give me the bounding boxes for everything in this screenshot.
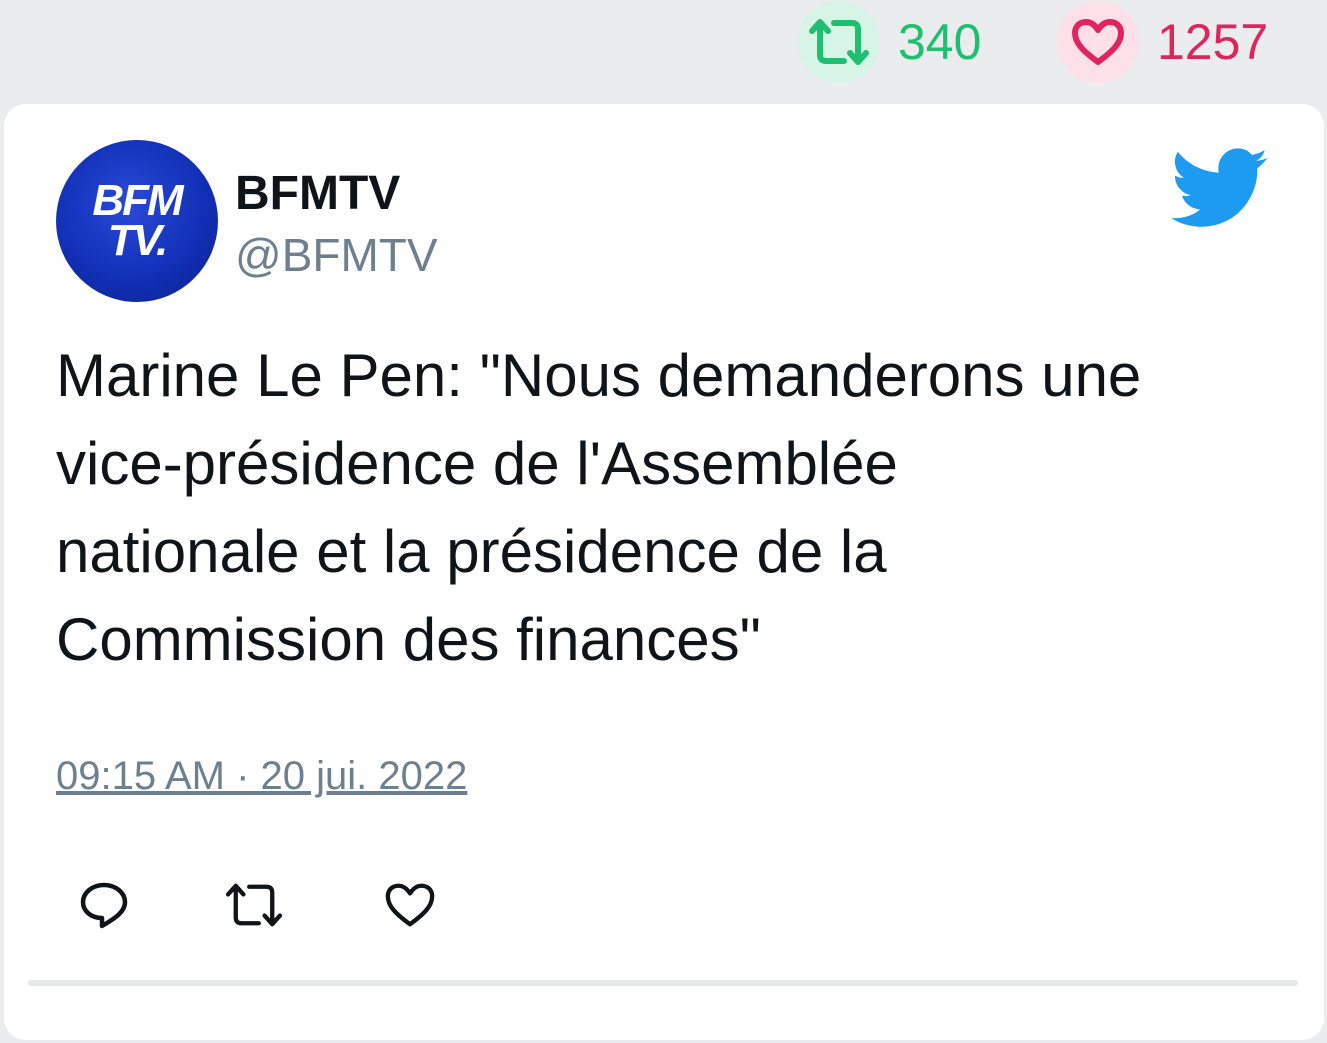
retweet-count: 340 <box>898 14 982 70</box>
avatar[interactable]: BFM TV. <box>56 140 218 302</box>
reply-icon[interactable] <box>64 870 144 940</box>
tweet-card: BFM TV. BFMTV @BFMTV Marine Le Pen: "Nou… <box>4 104 1324 1040</box>
avatar-logo-line2: TV. <box>107 216 168 265</box>
tweet-text: Marine Le Pen: "Nous demanderons une vic… <box>56 342 1142 673</box>
retweet-icon <box>798 1 880 83</box>
user-handle[interactable]: @BFMTV <box>235 228 438 282</box>
retweet-icon[interactable] <box>214 870 294 940</box>
display-name[interactable]: BFMTV <box>235 166 400 221</box>
like-count: 1257 <box>1157 14 1269 70</box>
engagement-stats: 340 1257 <box>0 0 1327 100</box>
tweet-timestamp[interactable]: 09:15 AM · 20 jui. 2022 <box>56 754 467 799</box>
like-stat[interactable]: 1257 <box>1057 0 1268 84</box>
avatar-logo-line1: BFM <box>92 176 183 225</box>
divider <box>28 980 1298 986</box>
heart-icon[interactable] <box>370 870 450 940</box>
heart-icon <box>1057 1 1139 83</box>
retweet-stat[interactable]: 340 <box>798 0 981 84</box>
twitter-bird-icon[interactable] <box>1170 148 1270 230</box>
